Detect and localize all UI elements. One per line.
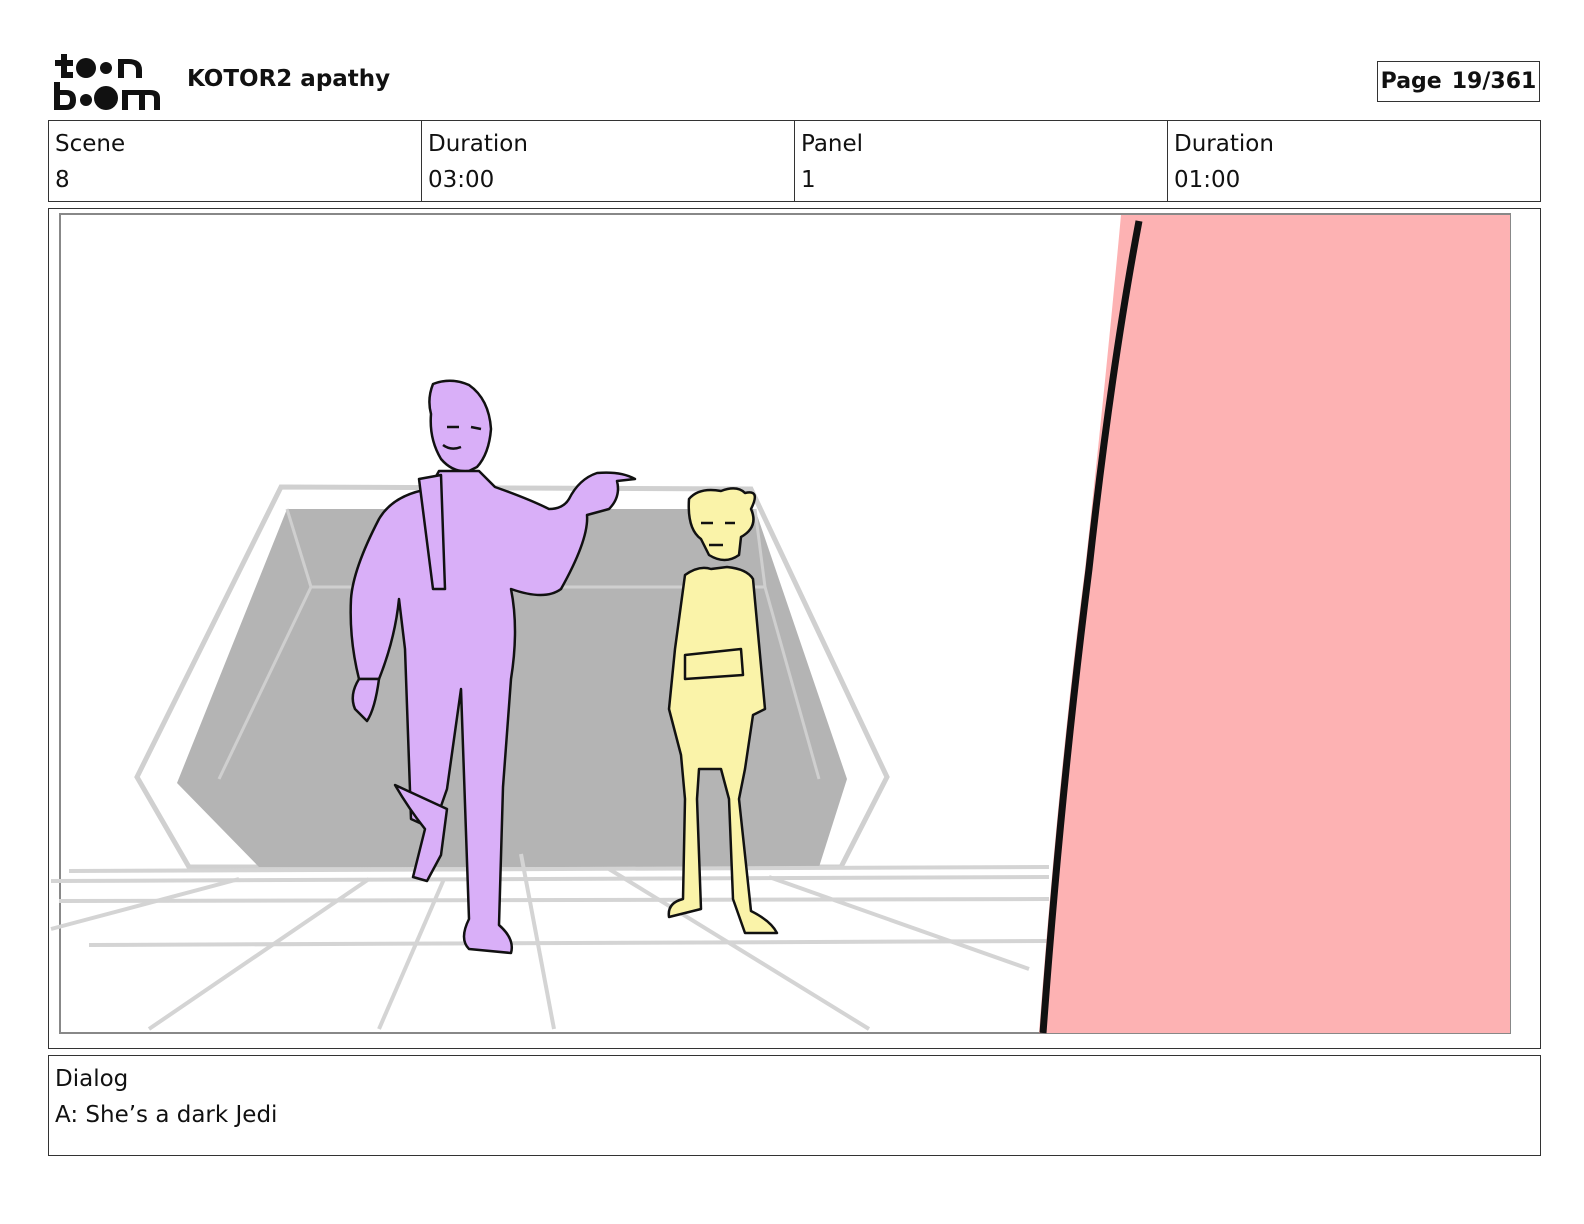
- foreground-shape: [1039, 215, 1510, 1033]
- page-number: 19/361: [1451, 69, 1537, 94]
- dialog-text: A: She’s a dark Jedi: [55, 1102, 278, 1128]
- panel-duration-cell: Duration 01:00: [1167, 121, 1540, 201]
- page-indicator: Page 19/361: [1377, 61, 1540, 102]
- panel-label: Panel: [801, 131, 864, 157]
- scene-label: Scene: [55, 131, 126, 157]
- project-title: KOTOR2 apathy: [187, 66, 391, 92]
- panel-value: 1: [801, 167, 816, 193]
- toonboom-logo: [54, 54, 160, 110]
- scene-duration-label: Duration: [428, 131, 528, 157]
- panel-cell: Panel 1: [794, 121, 1167, 201]
- scene-value: 8: [55, 167, 70, 193]
- dialog-label: Dialog: [55, 1066, 129, 1092]
- scene-duration-value: 03:00: [428, 167, 495, 193]
- page-label: Page: [1380, 69, 1442, 94]
- panel-duration-value: 01:00: [1174, 167, 1241, 193]
- dialog-box: Dialog A: She’s a dark Jedi: [48, 1055, 1541, 1156]
- scene-cell: Scene 8: [49, 121, 421, 201]
- storyboard-panel: [48, 208, 1541, 1049]
- floor-grid: [50, 853, 1050, 1031]
- scene-duration-cell: Duration 03:00: [421, 121, 794, 201]
- scene-info-table: Scene 8 Duration 03:00 Panel 1 Duration …: [48, 120, 1541, 202]
- panel-drawing: [50, 213, 1511, 1034]
- panel-duration-label: Duration: [1174, 131, 1274, 157]
